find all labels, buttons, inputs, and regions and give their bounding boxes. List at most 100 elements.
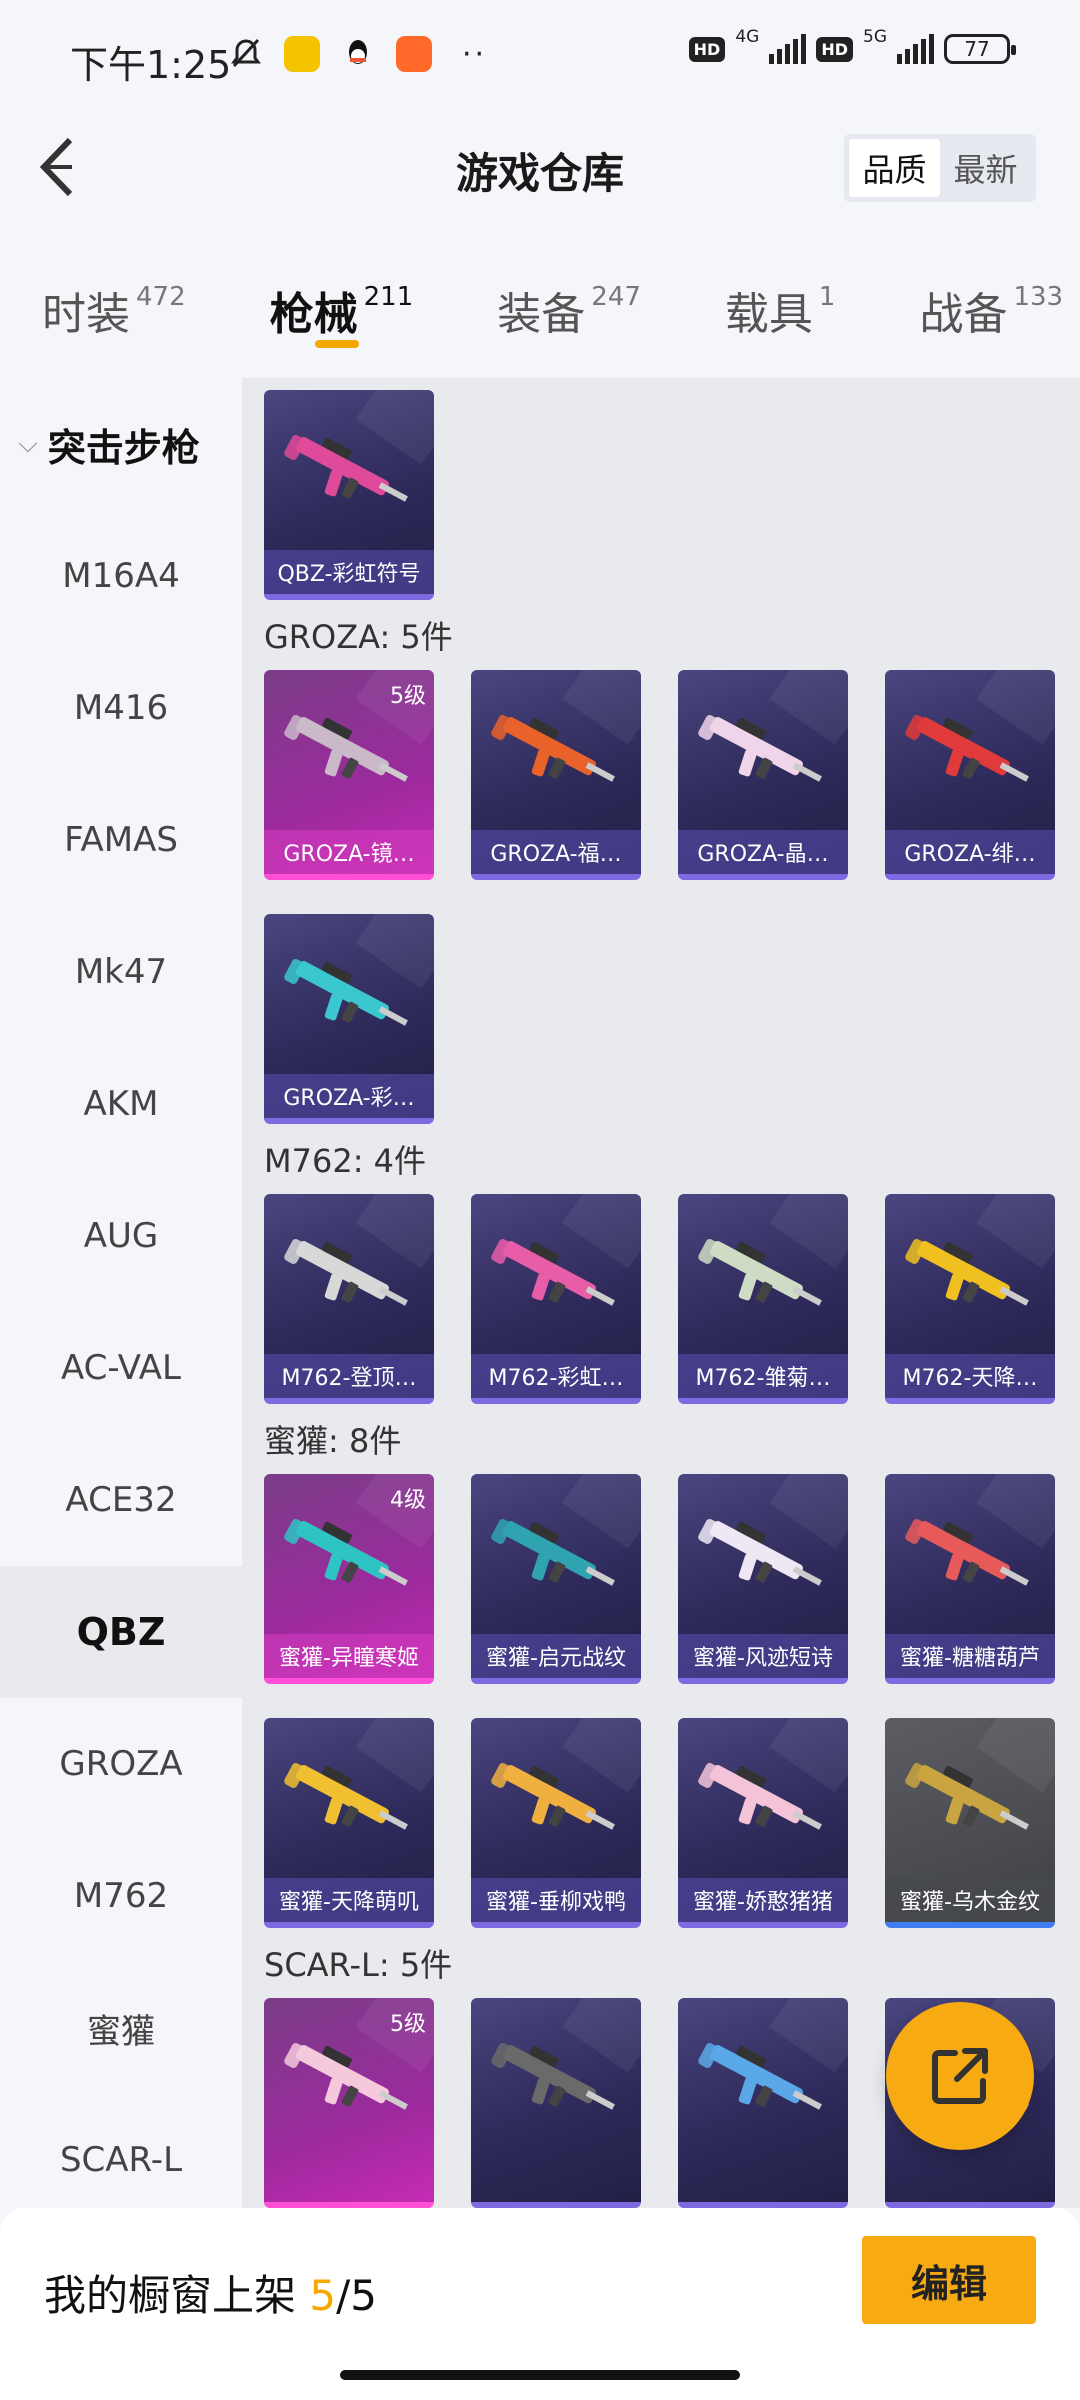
status-bar: 下午1:25 ·· HD 4G HD 5G 77: [0, 0, 1080, 118]
skin-card[interactable]: 蜜獾-乌木金纹: [885, 1718, 1055, 1928]
hd-badge-2: HD: [816, 36, 853, 62]
sort-newest-button[interactable]: 最新: [940, 139, 1031, 197]
tab-label: 枪械: [269, 289, 358, 340]
signal-icon-2: [897, 34, 934, 64]
skin-card[interactable]: 蜜獾-风迹短诗: [678, 1474, 848, 1684]
status-time: 下午1:25: [70, 43, 232, 87]
sidebar-group-assault-rifles[interactable]: ⌵ 突击步枪: [0, 378, 242, 510]
bell-off-icon: [231, 38, 261, 68]
tab-gear[interactable]: 战备 133: [919, 250, 1063, 360]
skin-card[interactable]: GROZA-福…: [471, 670, 641, 880]
sidebar-item-m762[interactable]: M762: [0, 1830, 242, 1962]
skin-card[interactable]: GROZA-晶…: [678, 670, 848, 880]
qq-icon: [349, 40, 367, 64]
tab-label: 装备: [497, 289, 586, 340]
gun-skin-image: [491, 2043, 615, 2110]
notification-icons: ··: [228, 36, 487, 72]
gun-skin-image: [698, 715, 822, 782]
sidebar-item-groza[interactable]: GROZA: [0, 1698, 242, 1830]
skin-name: QBZ-彩虹符号: [264, 550, 434, 594]
tab-equipment[interactable]: 装备 247: [497, 250, 641, 360]
skin-level-badge: 5级: [390, 2012, 426, 2037]
skin-name: M762-彩虹…: [471, 1354, 641, 1398]
skin-grid: QBZ-彩虹符号 GROZA: 5件 5级 GROZA-镜… GROZA-福… GRO…: [242, 378, 1080, 2208]
skin-name: 蜜獾-启元战纹: [471, 1634, 641, 1678]
sidebar-item-m416[interactable]: M416: [0, 642, 242, 774]
section-title-honey-badger: 蜜獾: 8件: [264, 1422, 402, 1460]
skin-name: GROZA-彩…: [264, 1074, 434, 1118]
skin-card[interactable]: [471, 1998, 641, 2208]
tab-fashion[interactable]: 时装 472: [42, 250, 186, 360]
skin-name: M762-天降…: [885, 1354, 1055, 1398]
skin-card[interactable]: 蜜獾-启元战纹: [471, 1474, 641, 1684]
sort-quality-button[interactable]: 品质: [849, 139, 940, 197]
home-indicator[interactable]: [340, 2370, 740, 2380]
skin-card[interactable]: [678, 1998, 848, 2208]
skin-card[interactable]: GROZA-绯…: [885, 670, 1055, 880]
sidebar-item-ac-val[interactable]: AC-VAL: [0, 1302, 242, 1434]
app-notification-icon: [284, 36, 320, 72]
sidebar-item-mk47[interactable]: Mk47: [0, 906, 242, 1038]
tab-guns[interactable]: 枪械 211: [269, 250, 414, 360]
battery-icon: 77: [944, 34, 1016, 64]
skin-name: 蜜獾-风迹短诗: [678, 1634, 848, 1678]
sidebar-item-scar-l[interactable]: SCAR-L: [0, 2094, 242, 2226]
section-title-m762: M762: 4件: [264, 1142, 427, 1180]
skin-level-badge: 4级: [390, 1488, 426, 1513]
category-tabs: 时装 472 枪械 211 装备 247 载具 1 战备 133: [0, 250, 1080, 360]
tab-label: 战备: [919, 289, 1008, 340]
skin-card[interactable]: GROZA-彩…: [264, 914, 434, 1124]
tab-count: 1: [818, 282, 836, 312]
gun-skin-image: [698, 1239, 822, 1306]
tab-count: 472: [136, 282, 186, 312]
gun-skin-image: [698, 1763, 822, 1830]
shop-notification-icon: [396, 36, 432, 72]
sidebar-item-qbz[interactable]: QBZ: [0, 1566, 242, 1698]
skin-card[interactable]: M762-彩虹…: [471, 1194, 641, 1404]
sidebar-item-akm[interactable]: AKM: [0, 1038, 242, 1170]
sidebar-item-m16a4[interactable]: M16A4: [0, 510, 242, 642]
share-button[interactable]: [886, 2002, 1034, 2150]
sidebar-group-label: 突击步枪: [47, 425, 200, 470]
skin-name: M762-登顶…: [264, 1354, 434, 1398]
skin-card[interactable]: 5级 GROZA-镜…: [264, 670, 434, 880]
skin-name: 蜜獾-异瞳寒姬: [264, 1634, 434, 1678]
sidebar-item-famas[interactable]: FAMAS: [0, 774, 242, 906]
more-notifications-icon: ··: [462, 36, 488, 72]
skin-card[interactable]: 蜜獾-垂柳戏鸭: [471, 1718, 641, 1928]
tab-count: 211: [363, 282, 414, 312]
skin-card[interactable]: M762-登顶…: [264, 1194, 434, 1404]
groza-row-1: 5级 GROZA-镜… GROZA-福… GROZA-晶… GROZA-绯…: [264, 670, 1080, 880]
skin-card[interactable]: QBZ-彩虹符号: [264, 390, 434, 600]
tab-vehicles[interactable]: 载具 1: [725, 250, 836, 360]
skin-card[interactable]: 蜜獾-娇憨猪猪: [678, 1718, 848, 1928]
skin-card[interactable]: 4级蜜獾-异瞳寒姬: [264, 1474, 434, 1684]
gun-skin-image: [491, 1239, 615, 1306]
gun-skin-image: [698, 1519, 822, 1586]
status-right: HD 4G HD 5G 77: [688, 27, 1016, 64]
gun-skin-image: [698, 2043, 822, 2110]
skin-card[interactable]: M762-雏菊…: [678, 1194, 848, 1404]
skin-card[interactable]: 蜜獾-天降萌叽: [264, 1718, 434, 1928]
gun-skin-image: [284, 2043, 408, 2110]
tab-count: 247: [591, 282, 641, 312]
gun-skin-image: [491, 1763, 615, 1830]
gun-skin-image: [905, 1239, 1029, 1306]
tab-label: 载具: [724, 289, 813, 340]
honey-badger-row-1: 4级蜜獾-异瞳寒姬 蜜獾-启元战纹 蜜獾-风迹短诗 蜜獾-糖糖葫芦: [264, 1474, 1080, 1684]
skin-card[interactable]: M762-天降…: [885, 1194, 1055, 1404]
edit-button[interactable]: 编辑: [862, 2236, 1036, 2324]
skin-level-badge: 5级: [390, 684, 426, 709]
skin-name: 蜜獾-糖糖葫芦: [885, 1634, 1055, 1678]
sidebar-item-aug[interactable]: AUG: [0, 1170, 242, 1302]
skin-card[interactable]: 蜜獾-糖糖葫芦: [885, 1474, 1055, 1684]
gun-skin-image: [905, 715, 1029, 782]
weapon-sidebar: ⌵ 突击步枪 M16A4 M416 FAMAS Mk47 AKM AUG AC-…: [0, 378, 242, 2208]
sidebar-item-honey-badger[interactable]: 蜜獾: [0, 1962, 242, 2094]
skin-card[interactable]: 5级: [264, 1998, 434, 2208]
sidebar-item-ace32[interactable]: ACE32: [0, 1434, 242, 1566]
gun-skin-image: [284, 1239, 408, 1306]
gun-skin-image: [905, 1519, 1029, 1586]
network-4g: 4G: [735, 27, 760, 47]
gun-skin-image: [284, 1763, 408, 1830]
